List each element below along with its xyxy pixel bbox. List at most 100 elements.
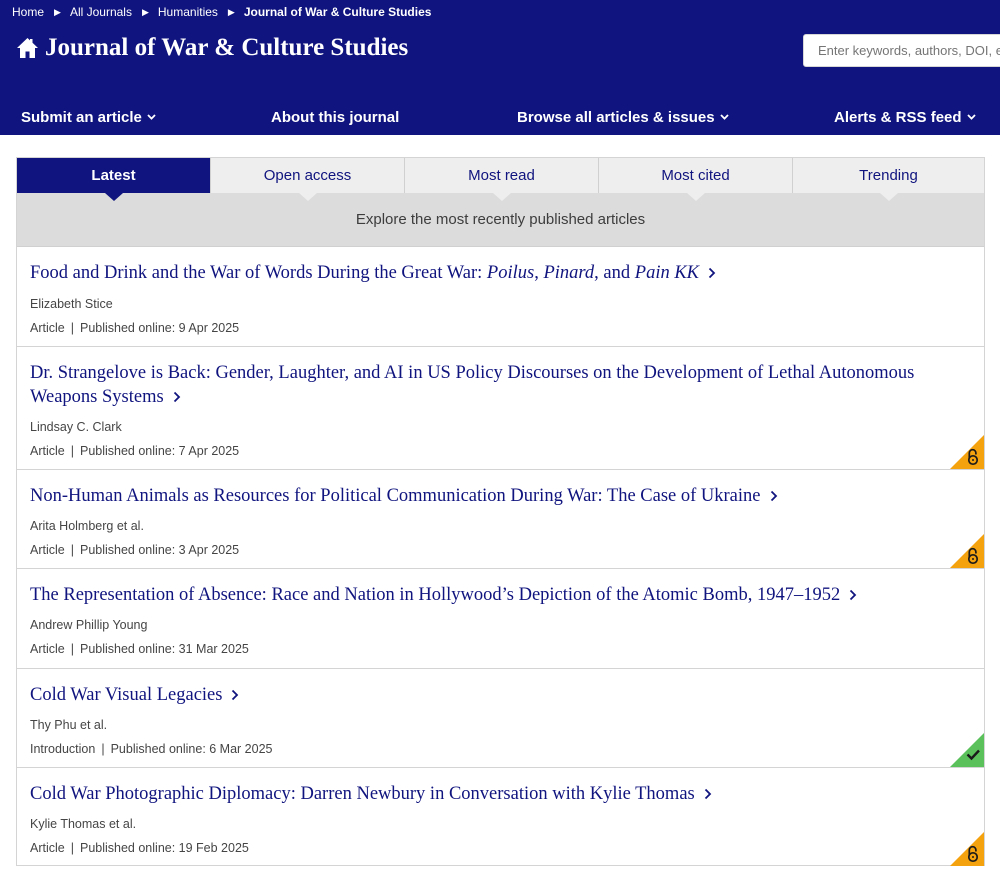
title-text: Cold War Photographic Diplomacy: Darren …: [30, 784, 695, 804]
tab-pointer: [492, 193, 511, 201]
article-title-link[interactable]: Food and Drink and the War of Words Duri…: [30, 261, 950, 285]
article-type: Article: [30, 841, 65, 855]
article-title-link[interactable]: The Representation of Absence: Race and …: [30, 583, 950, 607]
article-item: Non-Human Animals as Resources for Polit…: [17, 470, 984, 569]
tab-label: Latest: [91, 167, 136, 184]
article-meta: Article | Published online: 31 Mar 2025: [30, 642, 249, 656]
article-item: Cold War Photographic Diplomacy: Darren …: [17, 768, 984, 866]
article-title-link[interactable]: Cold War Visual Legacies: [30, 683, 950, 707]
article-meta: Article | Published online: 7 Apr 2025: [30, 444, 239, 458]
nav-item-label: Alerts & RSS feed: [834, 108, 962, 126]
article-title-link[interactable]: Dr. Strangelove is Back: Gender, Laughte…: [30, 361, 950, 409]
chevron-down-icon: [966, 114, 976, 120]
nav-about-journal[interactable]: About this journal: [271, 99, 399, 135]
article-authors: Thy Phu et al.: [30, 718, 108, 732]
home-icon: [16, 37, 39, 59]
title-text: The Representation of Absence: Race and …: [30, 585, 841, 605]
article-published-date: Published online: 3 Apr 2025: [79, 543, 240, 557]
article-type: Article: [30, 642, 65, 656]
chevron-down-icon: [719, 114, 729, 120]
main-nav: Submit an article About this journal Bro…: [0, 99, 1000, 135]
nav-submit-article[interactable]: Submit an article: [21, 99, 156, 135]
tab-pointer: [104, 193, 123, 201]
article-published-date: Published online: 31 Mar 2025: [79, 642, 249, 656]
tab-pointer: [686, 193, 705, 201]
tab-bar: Latest Open access Most read Most cited …: [17, 158, 984, 201]
article-meta: Introduction | Published online: 6 Mar 202…: [30, 742, 273, 756]
tab-label: Most cited: [661, 167, 730, 184]
open-access-badge: [950, 435, 984, 469]
breadcrumb-separator: ▶: [227, 6, 235, 17]
chevron-right-icon: [231, 689, 239, 701]
chevron-right-icon: [704, 788, 712, 800]
article-authors: Arita Holmberg et al.: [30, 519, 144, 533]
article-title-link[interactable]: Cold War Photographic Diplomacy: Darren …: [30, 782, 950, 806]
search-box: [803, 34, 1000, 67]
article-authors: Andrew Phillip Young: [30, 618, 148, 632]
title-text: Cold War Visual Legacies: [30, 685, 223, 705]
search-input[interactable]: [804, 35, 1000, 66]
tab-latest[interactable]: Latest: [17, 158, 210, 201]
article-meta: Article | Published online: 3 Apr 2025: [30, 543, 239, 557]
article-meta: Article | Published online: 9 Apr 2025: [30, 321, 239, 335]
article-type: Article: [30, 543, 65, 557]
title-text: Non-Human Animals as Resources for Polit…: [30, 486, 761, 506]
article-item: Dr. Strangelove is Back: Gender, Laughte…: [17, 347, 984, 470]
nav-item-label: About this journal: [271, 108, 400, 126]
breadcrumb: Home ▶ All Journals ▶ Humanities ▶ Journ…: [12, 4, 431, 20]
tab-most-cited[interactable]: Most cited: [598, 158, 792, 201]
article-published-date: Published online: 19 Feb 2025: [79, 841, 249, 855]
chevron-right-icon: [770, 490, 778, 502]
breadcrumb-current: Journal of War & Culture Studies: [243, 5, 432, 19]
article-item: The Representation of Absence: Race and …: [17, 569, 984, 669]
nav-browse-articles[interactable]: Browse all articles & issues: [517, 99, 729, 135]
tab-label: Most read: [468, 167, 535, 184]
title-text-italic: Pain KK: [634, 263, 700, 283]
meta-divider: |: [70, 642, 74, 656]
tab-most-read[interactable]: Most read: [404, 158, 598, 201]
article-item: Cold War Visual Legacies Thy Phu et al. …: [17, 669, 984, 768]
open-access-badge: [950, 832, 984, 866]
articles-panel: Latest Open access Most read Most cited …: [16, 157, 985, 866]
meta-divider: |: [70, 841, 74, 855]
chevron-down-icon: [147, 114, 156, 120]
title-text: , and: [594, 263, 635, 283]
tab-label: Open access: [263, 167, 352, 184]
chevron-right-icon: [849, 589, 857, 601]
article-title-link[interactable]: Non-Human Animals as Resources for Polit…: [30, 484, 950, 508]
article-authors: Lindsay C. Clark: [30, 420, 122, 434]
title-text: Food and Drink and the War of Words Duri…: [30, 263, 487, 283]
article-type: Article: [30, 444, 65, 458]
meta-divider: |: [101, 742, 105, 756]
title-text-italic: Poilus: [486, 263, 535, 283]
breadcrumb-all-journals[interactable]: All Journals: [70, 5, 132, 19]
site-header: Home ▶ All Journals ▶ Humanities ▶ Journ…: [0, 0, 1000, 135]
meta-divider: |: [70, 444, 74, 458]
journal-title[interactable]: Journal of War & Culture Studies: [16, 32, 408, 64]
tab-label: Trending: [859, 167, 918, 184]
journal-title-text: Journal of War & Culture Studies: [45, 34, 409, 61]
article-meta: Article | Published online: 19 Feb 2025: [30, 841, 249, 855]
article-authors: Elizabeth Stice: [30, 297, 113, 311]
tab-description: Explore the most recently published arti…: [17, 193, 984, 247]
article-type: Introduction: [30, 742, 96, 756]
breadcrumb-home[interactable]: Home: [12, 5, 44, 19]
article-authors: Kylie Thomas et al.: [30, 817, 137, 831]
nav-item-label: Browse all articles & issues: [517, 108, 715, 126]
tab-trending[interactable]: Trending: [792, 158, 984, 201]
breadcrumb-separator: ▶: [141, 6, 149, 17]
article-published-date: Published online: 7 Apr 2025: [79, 444, 240, 458]
tab-open-access[interactable]: Open access: [210, 158, 404, 201]
breadcrumb-humanities[interactable]: Humanities: [158, 5, 218, 19]
nav-alerts-rss[interactable]: Alerts & RSS feed: [834, 99, 976, 135]
article-published-date: Published online: 9 Apr 2025: [79, 321, 240, 335]
chevron-right-icon: [708, 267, 716, 279]
article-type: Article: [30, 321, 65, 335]
tab-pointer: [298, 193, 317, 201]
article-item: Food and Drink and the War of Words Duri…: [17, 247, 984, 347]
meta-divider: |: [70, 543, 74, 557]
nav-item-label: Submit an article: [21, 108, 142, 126]
tab-pointer: [879, 193, 898, 201]
title-text: Dr. Strangelove is Back: Gender, Laughte…: [30, 363, 915, 407]
chevron-right-icon: [173, 391, 181, 403]
